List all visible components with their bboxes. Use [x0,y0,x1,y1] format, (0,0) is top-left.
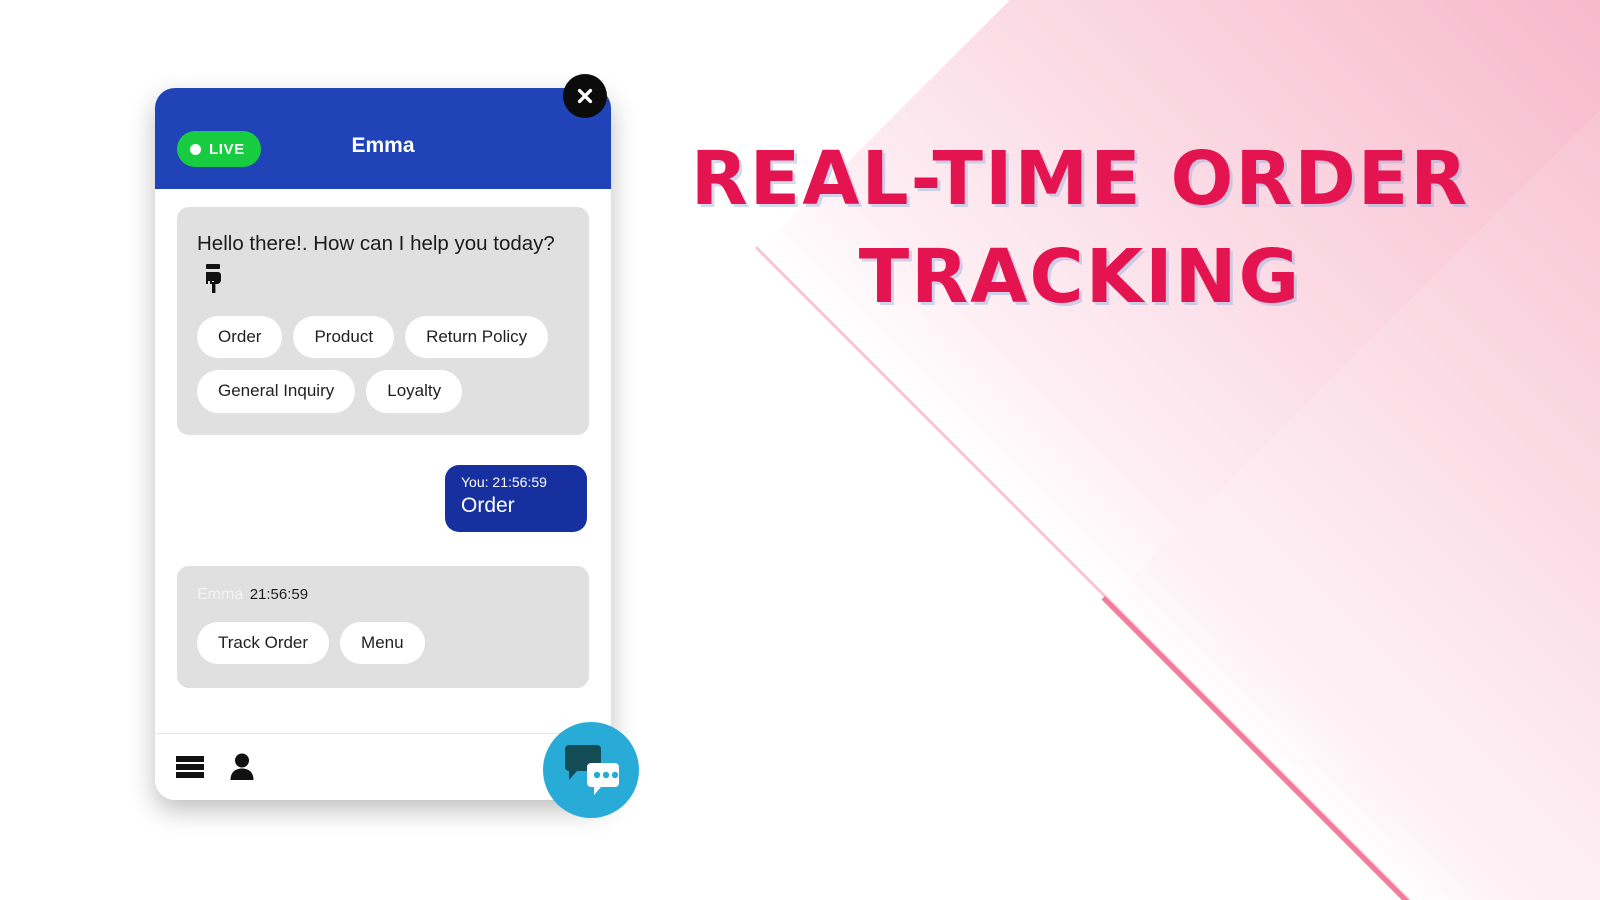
close-button[interactable] [563,74,607,118]
pointing-down-hand-icon [201,263,225,308]
user-message-meta: You: 21:56:59 [461,473,547,490]
pink-diagonal-line-upper [754,246,1600,900]
headline-line-2: TRACKING [858,234,1302,321]
quick-reply-loyalty[interactable]: Loyalty [366,370,463,413]
quick-reply-product[interactable]: Product [293,315,395,359]
chat-launcher-button[interactable] [543,722,639,818]
close-icon [577,88,593,104]
bot-message-reply: Emma 21:56:59 Track Order Menu [177,565,589,688]
agent-button[interactable] [227,753,257,781]
user-message-row: You: 21:56:59 Order [177,464,589,532]
bot-greeting-text: Hello there!. How can I help you today? [197,225,569,308]
hero-headline: REAL-TIME ORDER TRACKING [660,130,1500,327]
quick-reply-return-policy[interactable]: Return Policy [405,315,549,359]
bot-message-greeting: Hello there!. How can I help you today? … [177,207,589,435]
bot-message-time: 21:56:59 [249,585,309,603]
menu-button[interactable] [175,754,205,780]
headline-line-1: REAL-TIME ORDER [690,136,1470,222]
bot-message-meta: Emma 21:56:59 [197,586,569,604]
quick-reply-order[interactable]: Order [197,315,283,359]
chat-message-list: Hello there!. How can I help you today? … [155,189,611,733]
bot-message-sender: Emma [197,585,244,603]
pink-diagonal-line-lower [1101,596,1600,900]
chat-widget: LIVE Emma Hello there!. How can I help y… [155,74,611,800]
hamburger-menu-icon [176,756,204,778]
quick-reply-general-inquiry[interactable]: General Inquiry [197,370,356,413]
user-message-bubble: You: 21:56:59 Order [445,464,587,532]
quick-reply-row-secondary: Track Order Menu [197,621,569,664]
quick-reply-row-primary: Order Product Return Policy General Inqu… [197,315,569,413]
chat-agent-name: Emma [351,134,415,157]
quick-reply-track-order[interactable]: Track Order [197,621,330,664]
user-message-text: Order [461,494,515,518]
chat-header: LIVE Emma [155,74,611,189]
person-icon [230,753,254,780]
quick-reply-menu[interactable]: Menu [340,621,425,664]
bot-greeting-label: Hello there!. How can I help you today? [197,232,555,255]
chat-bubbles-icon [565,745,619,795]
